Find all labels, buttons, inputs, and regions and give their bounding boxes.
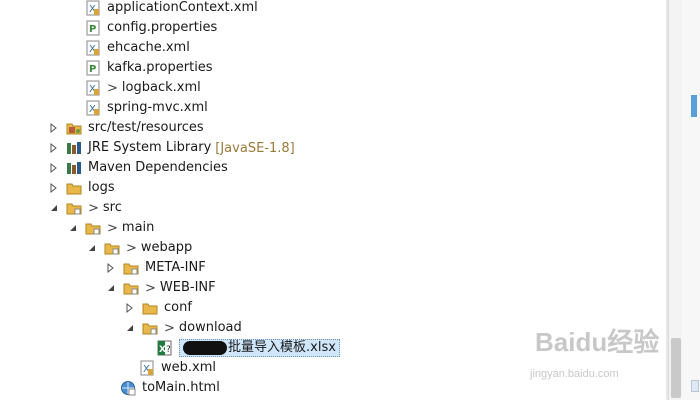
collapse-arrow-icon[interactable]	[48, 202, 60, 214]
selected-file-label: 批量导入模板.xlsx	[179, 339, 340, 357]
tree-item-label: src	[102, 200, 122, 215]
folder-icon	[142, 320, 158, 336]
tree-item-label: Maven Dependencies	[88, 160, 228, 175]
tree-item-label: META-INF	[145, 260, 206, 275]
tree-item-spring-mvc-xml[interactable]: X spring-mvc.xml	[85, 98, 208, 118]
dirty-marker: >	[145, 280, 156, 296]
tree-item-src-test-resources[interactable]: src/test/resources	[48, 118, 204, 138]
folder-icon	[123, 280, 139, 296]
tree-item-web-inf[interactable]: > WEB-INF	[105, 278, 216, 298]
tree-item-ehcache-xml[interactable]: X ehcache.xml	[85, 38, 190, 58]
tree-item-applicationcontext-xml[interactable]: X applicationContext.xml	[85, 0, 258, 18]
tree-item-label: toMain.html	[142, 380, 220, 395]
tree-item-tomain-html[interactable]: toMain.html	[120, 378, 220, 398]
svg-text:X: X	[159, 345, 166, 355]
tree-item-kafka-properties[interactable]: P kafka.properties	[85, 58, 213, 78]
tree-item-label: logs	[88, 180, 115, 195]
svg-text:?: ?	[166, 345, 171, 355]
tree-item-label: logback.xml	[121, 80, 201, 95]
expand-arrow-icon[interactable]	[48, 142, 60, 154]
tree-item-label: webapp	[140, 240, 193, 255]
expand-arrow-icon[interactable]	[48, 182, 60, 194]
collapse-arrow-icon[interactable]	[124, 322, 136, 334]
dirty-marker: >	[164, 320, 175, 336]
html-file-icon	[120, 380, 136, 396]
redaction-mark	[183, 340, 227, 355]
properties-file-icon: P	[85, 60, 101, 76]
tree-item-label: download	[178, 320, 242, 335]
collapse-arrow-icon[interactable]	[105, 282, 117, 294]
excel-file-icon: X?	[157, 340, 173, 356]
tree-item-label: main	[121, 220, 155, 235]
library-icon	[66, 160, 82, 176]
tree-item-config-properties[interactable]: P config.properties	[85, 18, 217, 38]
properties-file-icon: P	[85, 20, 101, 36]
tree-item-label: ehcache.xml	[107, 40, 190, 55]
library-icon	[66, 140, 82, 156]
tree-item-logs[interactable]: logs	[48, 178, 115, 198]
tree-item-label: spring-mvc.xml	[107, 100, 208, 115]
tree-item-jre-system-library[interactable]: JRE System Library [JavaSE-1.8]	[48, 138, 295, 158]
folder-icon	[85, 220, 101, 236]
tree-item-logback-xml[interactable]: X > logback.xml	[85, 78, 201, 98]
tree-item-label: applicationContext.xml	[107, 0, 258, 15]
collapse-arrow-icon[interactable]	[67, 222, 79, 234]
xml-file-icon: X	[85, 40, 101, 56]
collapse-arrow-icon[interactable]	[86, 242, 98, 254]
tree-item-label: config.properties	[107, 20, 218, 35]
xml-file-icon: X	[85, 100, 101, 116]
folder-icon	[104, 240, 120, 256]
svg-text:P: P	[89, 64, 96, 75]
right-side-panel	[682, 0, 700, 400]
tree-item-import-template-xlsx[interactable]: X? 批量导入模板.xlsx	[157, 338, 340, 358]
tree-item-label: web.xml	[161, 360, 216, 375]
dirty-marker: >	[88, 200, 99, 216]
dirty-marker: >	[126, 240, 137, 256]
tree-item-maven-dependencies[interactable]: Maven Dependencies	[48, 158, 228, 178]
tree-item-src[interactable]: > src	[48, 198, 122, 218]
folder-icon	[142, 300, 158, 316]
tree-item-label: JRE System Library	[88, 140, 212, 155]
scrollbar-thumb[interactable]	[671, 338, 681, 398]
jre-version-decoration: [JavaSE-1.8]	[215, 140, 295, 156]
svg-text:P: P	[89, 24, 96, 35]
dirty-marker: >	[107, 220, 118, 236]
tree-item-label: conf	[164, 300, 192, 315]
tree-item-label: WEB-INF	[159, 280, 216, 295]
dirty-marker: >	[107, 80, 118, 96]
xml-file-icon: X	[85, 80, 101, 96]
watermark-logo: Baidu经验	[535, 322, 659, 359]
right-panel-marker	[691, 95, 697, 117]
xml-file-icon: X	[85, 0, 101, 16]
vertical-scrollbar[interactable]	[668, 0, 682, 400]
expand-arrow-icon[interactable]	[124, 302, 136, 314]
right-panel-control[interactable]	[691, 380, 699, 392]
watermark-url: jingyan.baidu.com	[530, 368, 619, 380]
tree-item-label: src/test/resources	[88, 120, 204, 135]
folder-icon	[66, 180, 82, 196]
tree-item-web-xml[interactable]: X web.xml	[139, 358, 216, 378]
xml-file-icon: X	[139, 360, 155, 376]
tree-item-conf[interactable]: conf	[124, 298, 192, 318]
tree-item-meta-inf[interactable]: META-INF	[105, 258, 206, 278]
expand-arrow-icon[interactable]	[48, 162, 60, 174]
tree-item-label: 批量导入模板.xlsx	[228, 340, 336, 355]
expand-arrow-icon[interactable]	[105, 262, 117, 274]
tree-item-main[interactable]: > main	[67, 218, 154, 238]
tree-item-label: kafka.properties	[107, 60, 213, 75]
watermark-brand: Baidu经验	[535, 327, 660, 357]
source-folder-icon	[66, 120, 82, 136]
tree-item-webapp[interactable]: > webapp	[86, 238, 192, 258]
expand-arrow-icon[interactable]	[48, 122, 60, 134]
tree-item-download[interactable]: > download	[124, 318, 242, 338]
folder-icon	[66, 200, 82, 216]
folder-icon	[123, 260, 139, 276]
